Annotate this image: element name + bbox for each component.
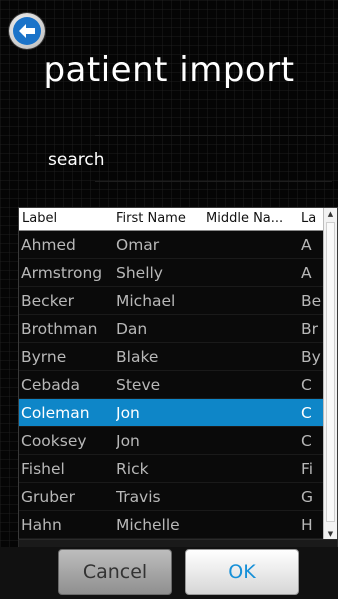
vertical-scrollbar[interactable]: ▲ ▼ bbox=[323, 208, 337, 540]
cell-last-name: C bbox=[301, 376, 312, 394]
table-row[interactable]: Armstrong Shelly A bbox=[19, 259, 323, 287]
cancel-button[interactable]: Cancel bbox=[58, 549, 172, 595]
table-row[interactable]: Cooksey Jon C bbox=[19, 427, 323, 455]
patient-import-screen: patient import search Label First Name M… bbox=[0, 0, 338, 599]
search-input[interactable] bbox=[92, 139, 332, 181]
search-top-divider bbox=[95, 135, 332, 136]
cell-label: Armstrong bbox=[21, 264, 103, 282]
cell-label: Fishel bbox=[21, 460, 65, 478]
column-header-last-name[interactable]: La bbox=[301, 211, 321, 226]
cell-label: Byrne bbox=[21, 348, 67, 366]
page-title: patient import bbox=[43, 50, 295, 90]
cell-first-name: Travis bbox=[116, 488, 161, 506]
table-row[interactable]: Brothman Dan Br bbox=[19, 315, 323, 343]
cell-first-name: Blake bbox=[116, 348, 159, 366]
cell-first-name: Jon bbox=[116, 404, 140, 422]
cell-last-name: C bbox=[301, 404, 312, 422]
cell-last-name: C bbox=[301, 432, 312, 450]
cell-label: Brothman bbox=[21, 320, 98, 338]
cell-last-name: A bbox=[301, 236, 312, 254]
cell-label: Gruber bbox=[21, 488, 75, 506]
table-row[interactable]: Hahn Michelle H bbox=[19, 511, 323, 539]
cell-first-name: Dan bbox=[116, 320, 148, 338]
back-button[interactable] bbox=[9, 13, 45, 49]
table-row[interactable]: Becker Michael Be bbox=[19, 287, 323, 315]
cell-last-name: A bbox=[301, 264, 312, 282]
ok-button[interactable]: OK bbox=[185, 549, 299, 595]
cell-label: Cooksey bbox=[21, 432, 87, 450]
cell-label: Cebada bbox=[21, 376, 81, 394]
cell-label: Coleman bbox=[21, 404, 90, 422]
cell-last-name: Be bbox=[301, 292, 321, 310]
cell-last-name: G bbox=[301, 488, 314, 506]
table-header: Label First Name Middle Na... La bbox=[19, 208, 323, 231]
cell-first-name: Steve bbox=[116, 376, 161, 394]
table-row[interactable]: Gruber Travis G bbox=[19, 483, 323, 511]
cell-label: Hahn bbox=[21, 516, 62, 534]
cell-first-name: Omar bbox=[116, 236, 160, 254]
column-header-label[interactable]: Label bbox=[22, 211, 114, 226]
table-row[interactable]: Cebada Steve C bbox=[19, 371, 323, 399]
cell-first-name: Michael bbox=[116, 292, 176, 310]
column-header-middle-name[interactable]: Middle Na... bbox=[206, 211, 298, 226]
cell-label: Ahmed bbox=[21, 236, 76, 254]
table-row[interactable]: Fishel Rick Fi bbox=[19, 455, 323, 483]
table-row[interactable]: Ahmed Omar A bbox=[19, 231, 323, 259]
cell-first-name: Rick bbox=[116, 460, 149, 478]
cell-last-name: H bbox=[301, 516, 313, 534]
column-header-first-name[interactable]: First Name bbox=[116, 211, 204, 226]
cell-last-name: Fi bbox=[301, 460, 314, 478]
table-row[interactable]: Coleman Jon C bbox=[19, 399, 323, 427]
cell-label: Becker bbox=[21, 292, 75, 310]
scroll-up-icon[interactable]: ▲ bbox=[324, 208, 337, 220]
cell-first-name: Jon bbox=[116, 432, 140, 450]
cell-last-name: By bbox=[301, 348, 321, 366]
search-bottom-divider bbox=[95, 181, 332, 182]
back-arrow-icon bbox=[13, 17, 41, 45]
scrollbar-thumb[interactable] bbox=[326, 222, 335, 522]
patient-table: Label First Name Middle Na... La Ahmed Om… bbox=[18, 207, 338, 541]
cell-first-name: Michelle bbox=[116, 516, 180, 534]
cell-first-name: Shelly bbox=[116, 264, 163, 282]
table-body: Ahmed Omar A Armstrong Shelly A Becker Michael B… bbox=[19, 231, 323, 539]
cell-last-name: Br bbox=[301, 320, 319, 338]
table-row[interactable]: Byrne Blake By bbox=[19, 343, 323, 371]
